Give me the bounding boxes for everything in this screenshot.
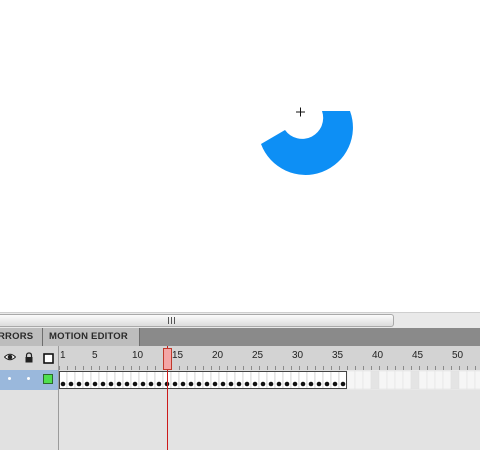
keyframe-dot xyxy=(132,381,138,387)
playhead-marker[interactable] xyxy=(163,348,172,370)
stage-canvas[interactable] xyxy=(0,0,480,312)
empty-frame-cell xyxy=(378,370,388,390)
keyframe-dot xyxy=(100,381,106,387)
timeline-header: 1 5 10 15 20 25 30 35 40 45 50 xyxy=(0,346,480,370)
tab-compiler-errors[interactable]: RRORS xyxy=(0,328,43,346)
keyframe-dot xyxy=(172,381,178,387)
frame-number-label: 45 xyxy=(412,350,424,361)
outline-square-icon[interactable] xyxy=(43,353,54,364)
empty-frame-cell xyxy=(442,370,452,390)
empty-frame-cell xyxy=(474,370,480,390)
keyframe-dot xyxy=(244,381,250,387)
empty-frame-cell xyxy=(370,370,380,390)
keyframe-dot xyxy=(156,381,162,387)
empty-frame-cell xyxy=(402,370,412,390)
keyframe-dot xyxy=(92,381,98,387)
keyframe-dot xyxy=(212,381,218,387)
keyframe-dot xyxy=(324,381,330,387)
layer-column-header xyxy=(0,346,59,370)
keyframe-dot xyxy=(332,381,338,387)
registration-crosshair-icon xyxy=(296,107,305,117)
frame-number-label: 15 xyxy=(172,350,184,361)
empty-frame-cell xyxy=(458,370,468,390)
empty-frame-cell xyxy=(354,370,364,390)
frame-number-label: 25 xyxy=(252,350,264,361)
keyframe-dot xyxy=(204,381,210,387)
keyframe-dot xyxy=(124,381,130,387)
keyframe-dot xyxy=(116,381,122,387)
frame-ruler[interactable]: 1 5 10 15 20 25 30 35 40 45 50 xyxy=(59,346,480,370)
tab-motion-editor[interactable]: MOTION EDITOR xyxy=(43,328,140,346)
keyframe-dot xyxy=(180,381,186,387)
keyframe-dot xyxy=(228,381,234,387)
layer-outline-color-icon[interactable] xyxy=(43,374,53,384)
layer-frames[interactable] xyxy=(59,370,480,390)
keyframe-dot xyxy=(292,381,298,387)
scrollbar-grip-icon xyxy=(168,317,177,324)
timeline-empty-area xyxy=(0,390,480,450)
frame-number-label: 1 xyxy=(60,350,66,361)
keyframe-dot xyxy=(300,381,306,387)
keyframe-dot xyxy=(308,381,314,387)
keyframe-dot xyxy=(236,381,242,387)
empty-frame-cell xyxy=(410,370,420,390)
empty-frame-cell xyxy=(450,370,460,390)
frame-number-label: 35 xyxy=(332,350,344,361)
empty-frame-cell xyxy=(466,370,476,390)
layer-row[interactable] xyxy=(0,370,480,390)
show-hide-eye-icon[interactable] xyxy=(4,352,16,362)
keyframe-dot xyxy=(268,381,274,387)
keyframe-dot xyxy=(84,381,90,387)
empty-frame-cell xyxy=(386,370,396,390)
keyframe-dot xyxy=(220,381,226,387)
layer-list-empty-area xyxy=(0,390,59,450)
layer-visibility-dot[interactable] xyxy=(8,377,11,380)
panel-tab-bar: RRORS MOTION EDITOR xyxy=(0,328,480,346)
lock-icon[interactable] xyxy=(24,352,34,363)
tab-motion-editor-label: MOTION EDITOR xyxy=(49,331,128,342)
keyframe-dot xyxy=(108,381,114,387)
empty-frame-cell xyxy=(346,370,356,390)
frame-number-label: 40 xyxy=(372,350,384,361)
empty-frame-cell xyxy=(418,370,428,390)
layer-lock-dot[interactable] xyxy=(27,377,30,380)
keyframe-dot xyxy=(76,381,82,387)
empty-frame-cell xyxy=(426,370,436,390)
stage-horizontal-scrollbar[interactable] xyxy=(0,312,480,328)
blue-arc-shape[interactable] xyxy=(261,111,353,175)
keyframe-dot xyxy=(316,381,322,387)
layer-controls[interactable] xyxy=(0,370,59,390)
keyframe-dot xyxy=(284,381,290,387)
keyframe-dot xyxy=(276,381,282,387)
frame-number-label: 5 xyxy=(92,350,98,361)
frame-number-label: 10 xyxy=(132,350,144,361)
empty-frame-cell xyxy=(362,370,372,390)
scrollbar-thumb[interactable] xyxy=(0,314,394,327)
keyframe-dot xyxy=(188,381,194,387)
tab-compiler-errors-label: RRORS xyxy=(0,331,34,342)
empty-frame-cell xyxy=(434,370,444,390)
keyframe-dot xyxy=(140,381,146,387)
stage-artwork xyxy=(261,107,353,175)
keyframe-dot xyxy=(148,381,154,387)
keyframe-dot xyxy=(340,381,346,387)
frame-number-label: 50 xyxy=(452,350,464,361)
keyframe-dot xyxy=(60,381,66,387)
frame-cells[interactable] xyxy=(59,370,480,390)
frame-number-label: 20 xyxy=(212,350,224,361)
empty-frame-cell xyxy=(394,370,404,390)
frame-number-label: 30 xyxy=(292,350,304,361)
keyframe-dot xyxy=(196,381,202,387)
keyframe-dot xyxy=(252,381,258,387)
keyframe-dot xyxy=(260,381,266,387)
keyframe-dot xyxy=(68,381,74,387)
